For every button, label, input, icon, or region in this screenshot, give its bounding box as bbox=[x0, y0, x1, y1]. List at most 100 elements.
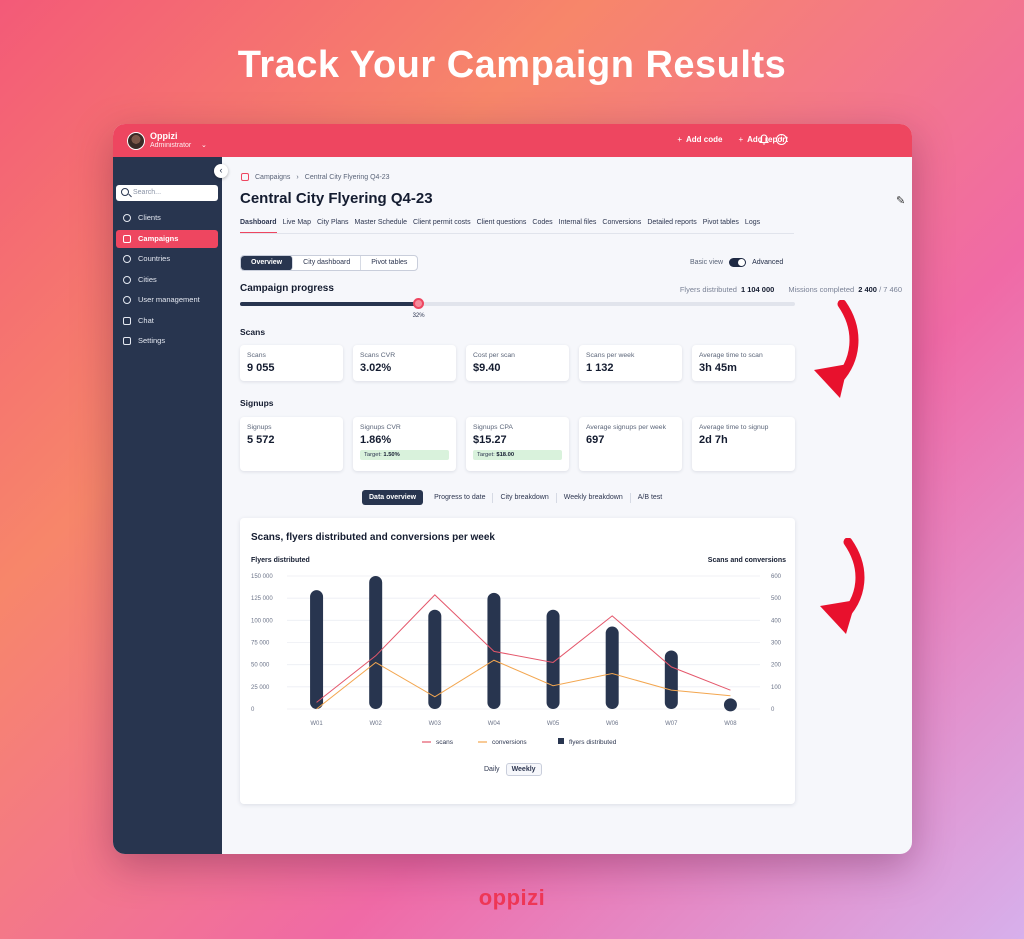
breadcrumb-current: Central City Flyering Q4-23 bbox=[304, 173, 390, 181]
kpi-card: Signups CPA $15.27 Target: $18.00 bbox=[466, 417, 569, 471]
tab-master-schedule[interactable]: Master Schedule bbox=[354, 219, 407, 234]
legend-label: conversions bbox=[492, 739, 527, 746]
sidebar-item-label: Clients bbox=[138, 213, 161, 222]
target-label: Target: bbox=[364, 452, 382, 458]
bar-flyers-distributed bbox=[310, 590, 324, 709]
tab-internal-files[interactable]: Internal files bbox=[559, 219, 597, 234]
kpi-card: Cost per scan $9.40 bbox=[466, 345, 569, 381]
y-tick-right: 500 bbox=[771, 596, 782, 602]
bell-icon[interactable] bbox=[759, 134, 769, 145]
bar-flyers-distributed bbox=[664, 650, 678, 709]
sidebar-item-countries[interactable]: Countries bbox=[116, 250, 218, 268]
tab-city-plans[interactable]: City Plans bbox=[317, 219, 349, 234]
period-weekly[interactable]: Weekly bbox=[505, 763, 542, 776]
subtab-progress-to-date[interactable]: Progress to date bbox=[427, 492, 494, 503]
view-segment-control: Overview City dashboard Pivot tables bbox=[240, 255, 419, 271]
add-code-label: Add code bbox=[685, 135, 723, 144]
segment-pivot-tables[interactable]: Pivot tables bbox=[361, 256, 417, 270]
tab-client-permit-costs[interactable]: Client permit costs bbox=[413, 219, 471, 234]
tab-dashboard[interactable]: Dashboard bbox=[240, 219, 277, 234]
sidebar-item-label: Chat bbox=[138, 315, 154, 325]
basic-view-label: Basic view bbox=[690, 259, 724, 266]
tab-codes[interactable]: Codes bbox=[532, 219, 552, 234]
x-tick-label: W06 bbox=[606, 721, 619, 727]
y-tick-left: 125 000 bbox=[251, 596, 273, 602]
x-tick-label: W01 bbox=[310, 721, 323, 727]
tab-bar: Dashboard Live Map City Plans Master Sch… bbox=[240, 219, 760, 234]
edit-icon[interactable]: ✎ bbox=[896, 194, 905, 207]
kpi-label: Average time to signup bbox=[699, 424, 769, 431]
weekly-chart: Flyers distributed Scans and conversions 1… bbox=[251, 557, 786, 746]
tab-client-questions[interactable]: Client questions bbox=[477, 219, 527, 234]
target-label: Target: bbox=[477, 452, 495, 458]
segment-city-dashboard[interactable]: City dashboard bbox=[293, 256, 362, 270]
bar-flyers-distributed bbox=[369, 576, 383, 709]
flyers-label: Flyers distributed bbox=[679, 285, 737, 294]
top-bar: Oppizi Administrator ⌄ + Add code + Add re… bbox=[113, 124, 912, 157]
app-window: Oppizi Administrator ⌄ + Add code + Add re… bbox=[113, 124, 912, 854]
progress-knob[interactable] bbox=[412, 298, 424, 309]
sidebar-item-label: Countries bbox=[138, 254, 171, 263]
kpi-card: Average time to signup 2d 7h bbox=[692, 417, 795, 471]
subtab-data-overview[interactable]: Data overview bbox=[362, 490, 424, 505]
legend-label: scans bbox=[436, 739, 454, 746]
progress-fill bbox=[240, 302, 418, 306]
collapse-sidebar-icon[interactable]: ‹ bbox=[214, 164, 228, 178]
sidebar-item-clients[interactable]: Clients bbox=[116, 209, 218, 227]
kpi-value: 3.02% bbox=[360, 362, 392, 374]
tab-conversions[interactable]: Conversions bbox=[602, 219, 641, 234]
kpi-label: Scans bbox=[247, 352, 266, 359]
sidebar-item-label: Cities bbox=[138, 274, 157, 284]
kpi-value: 3h 45m bbox=[699, 362, 737, 374]
arrow-decoration bbox=[814, 300, 859, 398]
avatar[interactable] bbox=[127, 132, 145, 150]
chevron-down-icon[interactable]: ⌄ bbox=[201, 141, 207, 149]
x-tick-label: W07 bbox=[665, 721, 678, 727]
period-daily[interactable]: Daily bbox=[484, 766, 500, 773]
subtab-weekly-breakdown[interactable]: Weekly breakdown bbox=[557, 492, 631, 503]
target-badge: Target: $18.00 bbox=[473, 450, 562, 460]
headline: Track Your Campaign Results bbox=[237, 44, 787, 86]
chart-subtabs: Data overview Progress to date City brea… bbox=[362, 490, 669, 505]
tab-live-map[interactable]: Live Map bbox=[283, 219, 311, 234]
subtab-ab-test[interactable]: A/B test bbox=[631, 493, 670, 503]
sidebar-item-settings[interactable]: Settings bbox=[116, 332, 218, 350]
breadcrumb-root[interactable]: Campaigns bbox=[255, 174, 290, 181]
sidebar-item-user-management[interactable]: User management bbox=[116, 291, 218, 309]
tab-pivot-tables[interactable]: Pivot tables bbox=[703, 219, 739, 234]
bar-flyers-distributed bbox=[723, 698, 737, 712]
bar-flyers-distributed bbox=[605, 626, 619, 709]
org-name[interactable]: Oppizi bbox=[150, 131, 178, 141]
campaign-progress-stats: Flyers distributed 1 104 000 Missions com… bbox=[680, 285, 902, 294]
kpi-label: Average time to scan bbox=[699, 352, 763, 359]
kpi-card: Scans CVR 3.02% bbox=[353, 345, 456, 381]
tab-logs[interactable]: Logs bbox=[745, 219, 760, 234]
chevron-right-icon: › bbox=[296, 173, 299, 181]
segment-overview[interactable]: Overview bbox=[241, 256, 294, 270]
legend-swatch bbox=[558, 738, 564, 744]
subtab-city-breakdown[interactable]: City breakdown bbox=[493, 492, 557, 503]
add-code-button[interactable]: + Add code bbox=[677, 135, 722, 144]
kpi-label: Scans CVR bbox=[360, 352, 396, 359]
y-tick-right: 0 bbox=[771, 707, 775, 713]
campaign-icon bbox=[241, 173, 249, 181]
y-tick-left: 75 000 bbox=[251, 641, 270, 647]
search-input[interactable]: Search... bbox=[116, 185, 218, 201]
tab-detailed-reports[interactable]: Detailed reports bbox=[647, 219, 696, 234]
advanced-toggle[interactable] bbox=[729, 258, 747, 267]
kpi-card: Average signups per week 697 bbox=[579, 417, 682, 471]
user-role[interactable]: Administrator bbox=[150, 142, 191, 149]
sidebar-item-campaigns[interactable]: Campaigns bbox=[116, 229, 218, 248]
x-tick-label: W03 bbox=[429, 721, 442, 727]
kpi-label: Signups CPA bbox=[473, 424, 513, 431]
info-icon[interactable]: i bbox=[776, 134, 787, 145]
y-tick-right: 300 bbox=[771, 641, 782, 647]
x-tick-label: W04 bbox=[488, 721, 501, 727]
y-tick-right: 200 bbox=[771, 663, 782, 669]
sidebar-item-label: User management bbox=[138, 295, 200, 304]
plus-icon: + bbox=[677, 135, 682, 144]
sidebar-item-cities[interactable]: Cities bbox=[116, 271, 218, 289]
sidebar-item-chat[interactable]: Chat bbox=[116, 312, 218, 330]
sidebar-item-label: Campaigns bbox=[138, 233, 179, 243]
kpi-value: 1 132 bbox=[586, 362, 614, 374]
